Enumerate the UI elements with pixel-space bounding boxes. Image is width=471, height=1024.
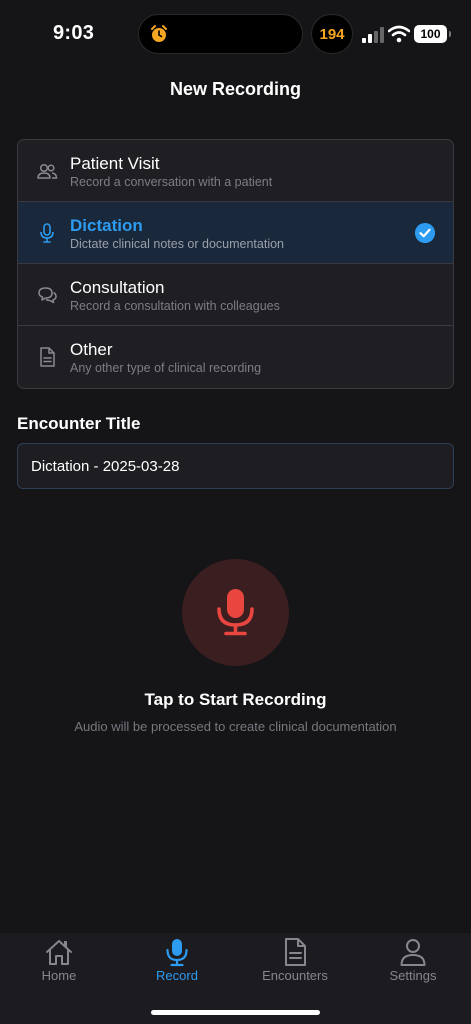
type-label: Patient Visit xyxy=(70,154,160,173)
cellular-signal-icon xyxy=(362,27,384,43)
type-description: Any other type of clinical recording xyxy=(70,361,262,375)
type-description: Record a conversation with a patient xyxy=(70,175,273,189)
alarm-icon xyxy=(151,25,167,42)
tab-home[interactable]: Home xyxy=(0,933,118,993)
clock: 9:03 xyxy=(53,22,95,44)
type-label: Consultation xyxy=(70,278,165,297)
document-icon xyxy=(285,938,306,966)
microphone-icon xyxy=(217,589,254,636)
dynamic-island xyxy=(138,14,303,54)
checkmark-icon xyxy=(415,223,435,243)
home-icon xyxy=(46,940,72,965)
document-icon xyxy=(40,347,55,367)
person-icon xyxy=(400,939,426,966)
encounter-title-label: Encounter Title xyxy=(17,414,141,433)
tab-settings[interactable]: Settings xyxy=(354,933,471,993)
type-option-consultation[interactable]: Consultation Record a consultation with … xyxy=(18,264,453,326)
wifi-icon xyxy=(388,25,410,43)
type-description: Record a consultation with colleagues xyxy=(70,299,280,313)
home-indicator[interactable] xyxy=(151,1010,320,1015)
type-label: Other xyxy=(70,340,113,359)
encounter-title-input[interactable] xyxy=(17,443,454,489)
type-label: Dictation xyxy=(70,216,143,235)
activity-count: 194 xyxy=(311,14,353,54)
record-prompt: Tap to Start Recording xyxy=(144,690,327,709)
users-icon xyxy=(37,163,58,179)
start-recording-button[interactable] xyxy=(182,559,289,666)
tab-label: Settings xyxy=(389,968,437,983)
record-hint: Audio will be processed to create clinic… xyxy=(74,719,397,734)
microphone-icon xyxy=(40,223,54,243)
tab-label: Home xyxy=(41,968,77,983)
status-bar: 9:03 194 100 xyxy=(0,0,471,70)
page-title: New Recording xyxy=(169,79,302,99)
recording-type-list: Patient Visit Record a conversation with… xyxy=(17,139,454,389)
type-description: Dictate clinical notes or documentation xyxy=(70,237,285,251)
type-option-patient-visit[interactable]: Patient Visit Record a conversation with… xyxy=(18,140,453,202)
tab-encounters[interactable]: Encounters xyxy=(236,933,354,993)
tab-label: Record xyxy=(156,968,198,983)
chat-bubbles-icon xyxy=(38,287,57,304)
tab-label: Encounters xyxy=(262,968,328,983)
type-option-other[interactable]: Other Any other type of clinical recordi… xyxy=(18,326,453,388)
tab-record[interactable]: Record xyxy=(118,933,236,993)
battery-icon: 100 xyxy=(414,25,451,43)
microphone-icon xyxy=(166,939,188,967)
type-option-dictation[interactable]: Dictation Dictate clinical notes or docu… xyxy=(18,202,453,264)
